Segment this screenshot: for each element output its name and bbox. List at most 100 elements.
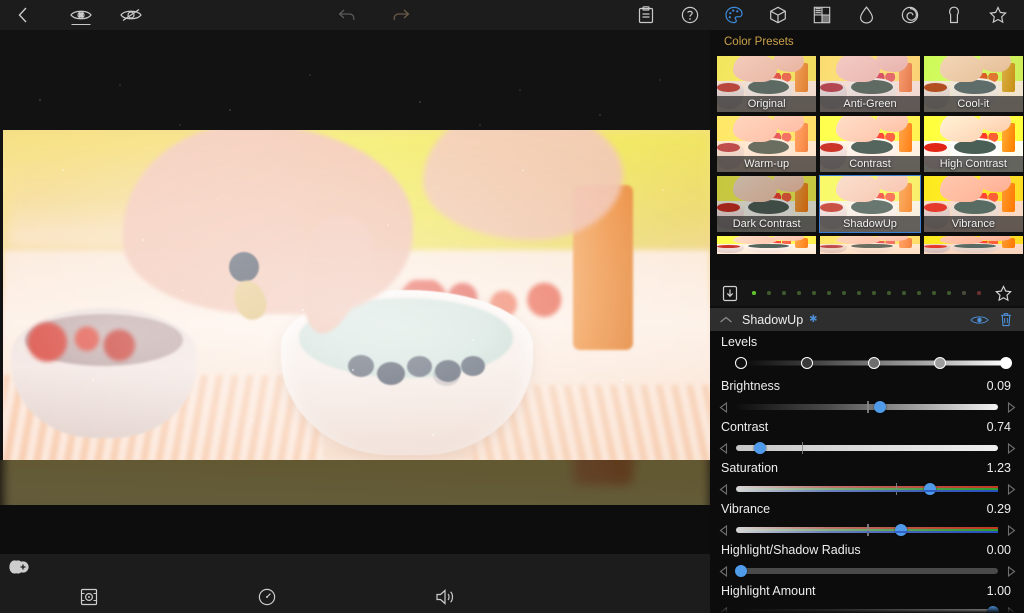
import-preset-icon[interactable] bbox=[722, 285, 738, 302]
video-preview-stage[interactable]: 1:06.13 1.15 [3.16] bbox=[0, 30, 710, 505]
keyframe-dot[interactable] bbox=[827, 291, 831, 295]
keyframe-dot[interactable] bbox=[767, 291, 771, 295]
eye-off-icon[interactable] bbox=[114, 0, 148, 30]
preset-original[interactable]: Original bbox=[716, 55, 817, 113]
parameter-label: Contrast bbox=[721, 420, 768, 434]
keyframe-dot[interactable] bbox=[902, 291, 906, 295]
undo-icon[interactable] bbox=[330, 0, 364, 30]
keyframe-dot[interactable] bbox=[977, 291, 981, 295]
preset-warm-up[interactable]: Warm-up bbox=[716, 115, 817, 173]
parameter-slider[interactable] bbox=[710, 564, 1024, 578]
keyframe-dot[interactable] bbox=[857, 291, 861, 295]
parameter-slider[interactable] bbox=[710, 482, 1024, 496]
parameter-label: Saturation bbox=[721, 461, 778, 475]
cube-icon[interactable] bbox=[756, 0, 800, 30]
keyframe-dots[interactable] bbox=[738, 291, 995, 295]
parameter-knob[interactable] bbox=[754, 442, 766, 454]
preset-cool-it[interactable]: Cool-it bbox=[923, 55, 1024, 113]
favorite-star-icon[interactable] bbox=[995, 285, 1012, 302]
crop-icon[interactable] bbox=[78, 586, 100, 608]
levels-handle[interactable] bbox=[735, 357, 747, 369]
keyframe-dot[interactable] bbox=[797, 291, 801, 295]
decrement-arrow-icon[interactable] bbox=[710, 566, 736, 577]
parameter-track[interactable] bbox=[736, 404, 998, 410]
preset-high-contrast[interactable]: High Contrast bbox=[923, 115, 1024, 173]
effect-name: ShadowUp bbox=[742, 313, 803, 327]
effect-header[interactable]: ShadowUp ✱ bbox=[710, 308, 1024, 331]
add-layer-icon[interactable] bbox=[6, 556, 32, 578]
decrement-arrow-icon[interactable] bbox=[710, 402, 736, 413]
effect-favorite-marker[interactable]: ✱ bbox=[809, 314, 817, 325]
help-icon[interactable] bbox=[668, 0, 712, 30]
preset-vibrance[interactable]: Vibrance bbox=[923, 175, 1024, 233]
preset-dark-contrast[interactable]: Dark Contrast bbox=[716, 175, 817, 233]
parameter-knob[interactable] bbox=[924, 483, 936, 495]
parameter-knob[interactable] bbox=[874, 401, 886, 413]
increment-arrow-icon[interactable] bbox=[998, 443, 1024, 454]
speed-icon[interactable] bbox=[256, 586, 278, 608]
keyframe-dot[interactable] bbox=[752, 291, 756, 295]
parameter-value: 1.23 bbox=[987, 461, 1011, 475]
levels-slider[interactable] bbox=[710, 355, 1024, 371]
video-frame[interactable] bbox=[3, 130, 710, 460]
effect-delete-icon[interactable] bbox=[999, 312, 1013, 327]
keyframe-dot[interactable] bbox=[932, 291, 936, 295]
parameter-knob[interactable] bbox=[735, 565, 747, 577]
levels-handle[interactable] bbox=[868, 357, 880, 369]
droplet-icon[interactable] bbox=[844, 0, 888, 30]
star-icon[interactable] bbox=[976, 0, 1020, 30]
parameter-knob[interactable] bbox=[895, 524, 907, 536]
spiral-icon[interactable] bbox=[888, 0, 932, 30]
preset-anti-green[interactable]: Anti-Green bbox=[819, 55, 920, 113]
volume-icon[interactable] bbox=[434, 586, 458, 608]
keyframe-dot[interactable] bbox=[947, 291, 951, 295]
eye-icon[interactable] bbox=[64, 0, 98, 30]
parameter-track[interactable] bbox=[736, 609, 998, 613]
back-chevron-icon[interactable] bbox=[6, 0, 40, 30]
keyframe-dot[interactable] bbox=[842, 291, 846, 295]
parameter-slider[interactable] bbox=[710, 523, 1024, 537]
increment-arrow-icon[interactable] bbox=[998, 525, 1024, 536]
preset-row-partial[interactable] bbox=[923, 235, 1024, 255]
parameter-track[interactable] bbox=[736, 568, 998, 574]
preset-row-partial[interactable] bbox=[819, 235, 920, 255]
collapse-chevron-icon[interactable] bbox=[719, 315, 733, 325]
preset-shadowup[interactable]: ShadowUp bbox=[819, 175, 920, 233]
grid-icon[interactable] bbox=[800, 0, 844, 30]
decrement-arrow-icon[interactable] bbox=[710, 484, 736, 495]
parameter-track[interactable] bbox=[736, 486, 998, 492]
effect-visibility-icon[interactable] bbox=[970, 314, 989, 326]
keyframe-dot[interactable] bbox=[962, 291, 966, 295]
keyhole-icon[interactable] bbox=[932, 0, 976, 30]
parameter-knob[interactable] bbox=[987, 606, 999, 613]
increment-arrow-icon[interactable] bbox=[998, 607, 1024, 613]
redo-icon[interactable] bbox=[384, 0, 418, 30]
parameter-slider[interactable] bbox=[710, 441, 1024, 455]
decrement-arrow-icon[interactable] bbox=[710, 607, 736, 613]
preset-thumbnail bbox=[820, 236, 919, 254]
levels-handle[interactable] bbox=[934, 357, 946, 369]
parameter-slider[interactable] bbox=[710, 400, 1024, 414]
keyframe-dot[interactable] bbox=[887, 291, 891, 295]
increment-arrow-icon[interactable] bbox=[998, 484, 1024, 495]
preset-label: Anti-Green bbox=[820, 96, 919, 112]
keyframe-dot[interactable] bbox=[917, 291, 921, 295]
clipboard-icon[interactable] bbox=[624, 0, 668, 30]
keyframe-dot[interactable] bbox=[782, 291, 786, 295]
levels-handle[interactable] bbox=[1000, 357, 1012, 369]
increment-arrow-icon[interactable] bbox=[998, 566, 1024, 577]
parameter-track[interactable] bbox=[736, 445, 998, 451]
decrement-arrow-icon[interactable] bbox=[710, 443, 736, 454]
parameter-slider[interactable] bbox=[710, 605, 1024, 613]
parameter-row: Brightness0.09 bbox=[710, 375, 1024, 416]
preset-row-partial[interactable] bbox=[716, 235, 817, 255]
parameter-track[interactable] bbox=[736, 527, 998, 533]
palette-icon[interactable] bbox=[712, 0, 756, 30]
parameter-default-tick bbox=[802, 442, 804, 454]
increment-arrow-icon[interactable] bbox=[998, 402, 1024, 413]
keyframe-dot[interactable] bbox=[812, 291, 816, 295]
keyframe-dot[interactable] bbox=[872, 291, 876, 295]
levels-handle[interactable] bbox=[801, 357, 813, 369]
preset-contrast[interactable]: Contrast bbox=[819, 115, 920, 173]
decrement-arrow-icon[interactable] bbox=[710, 525, 736, 536]
